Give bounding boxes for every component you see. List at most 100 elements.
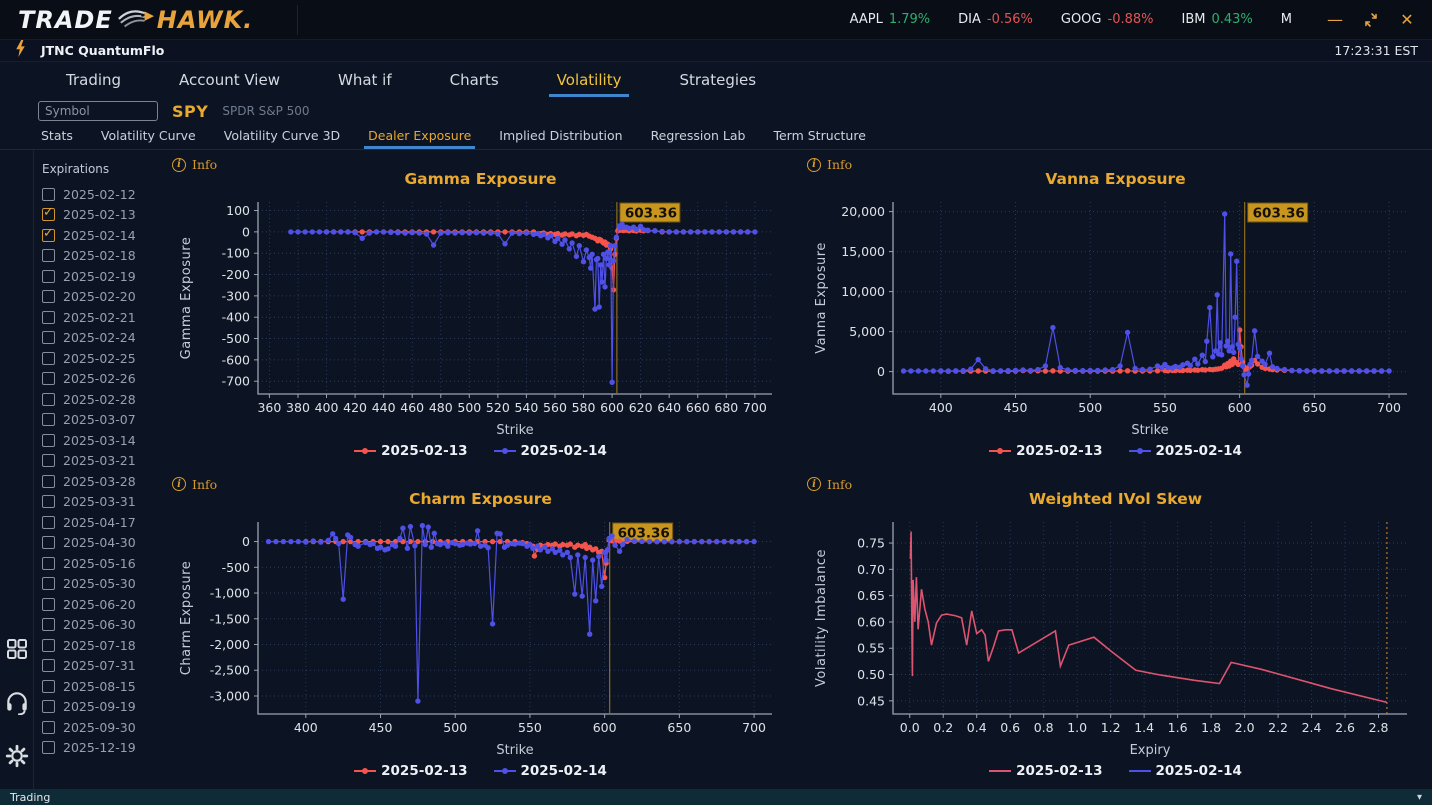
legend-item-2025-02-13[interactable]: 2025-02-13 — [989, 443, 1103, 459]
expiration-row[interactable]: 2025-07-18 — [42, 635, 162, 656]
expiration-checkbox[interactable] — [42, 249, 55, 263]
subtab-term-structure[interactable]: Term Structure — [772, 124, 866, 149]
ticker-dia[interactable]: DIA -0.56% — [958, 12, 1033, 27]
settings-gear-icon[interactable] — [4, 743, 30, 773]
expiration-checkbox[interactable] — [42, 679, 55, 693]
expiration-checkbox[interactable] — [42, 226, 55, 242]
expiration-checkbox[interactable] — [42, 618, 55, 632]
subtab-regression-lab[interactable]: Regression Lab — [650, 124, 747, 149]
subtab-implied-distribution[interactable]: Implied Distribution — [498, 124, 623, 149]
expiration-row[interactable]: 2025-05-30 — [42, 574, 162, 595]
expiration-checkbox[interactable] — [42, 392, 55, 406]
expiration-checkbox[interactable] — [42, 556, 55, 570]
expiration-checkbox[interactable] — [42, 515, 55, 529]
expiration-checkbox[interactable] — [42, 577, 55, 591]
expiration-row[interactable]: 2025-02-24 — [42, 328, 162, 349]
expiration-checkbox[interactable] — [42, 536, 55, 550]
info-button[interactable]: i Info — [172, 477, 217, 492]
gamma-exposure-chart[interactable]: 100 0 -100 -200 -300 -400 -500 -600 -700 360 380 40… — [174, 192, 788, 442]
expiration-checkbox[interactable] — [42, 638, 55, 652]
expiration-checkbox[interactable] — [42, 187, 55, 201]
expiration-row[interactable]: 2025-05-16 — [42, 553, 162, 574]
tab-strategies[interactable]: Strategies — [677, 63, 758, 97]
expiration-row[interactable]: 2025-09-30 — [42, 717, 162, 738]
expiration-checkbox[interactable] — [42, 659, 55, 673]
tab-account-view[interactable]: Account View — [177, 63, 282, 97]
expiration-checkbox[interactable] — [42, 413, 55, 427]
expiration-row[interactable]: 2025-04-30 — [42, 533, 162, 554]
expiration-checkbox[interactable] — [42, 720, 55, 734]
info-button[interactable]: i Info — [807, 157, 852, 172]
expiration-checkbox[interactable] — [42, 269, 55, 283]
expiration-checkbox[interactable] — [42, 700, 55, 714]
logo-trade-text: TRADE — [18, 5, 113, 34]
expiration-row[interactable]: 2025-03-28 — [42, 471, 162, 492]
info-button[interactable]: i Info — [172, 157, 217, 172]
subtab-dealer-exposure[interactable]: Dealer Exposure — [364, 124, 476, 149]
expiration-row[interactable]: 2025-03-07 — [42, 410, 162, 431]
weighted-ivol-skew-chart[interactable]: 0.45 0.50 0.55 0.60 0.65 0.70 0.75 0.0 0.2 0.4 0.6… — [809, 512, 1423, 762]
expiration-checkbox[interactable] — [42, 495, 55, 509]
expiration-checkbox[interactable] — [42, 331, 55, 345]
legend-item-2025-02-13[interactable]: 2025-02-13 — [354, 443, 468, 459]
expiration-row[interactable]: 2025-12-19 — [42, 738, 162, 759]
ticker-goog[interactable]: GOOG -0.88% — [1061, 12, 1154, 27]
statusbar-caret-icon[interactable]: ▾ — [1417, 792, 1422, 803]
expiration-row[interactable]: 2025-03-14 — [42, 430, 162, 451]
expiration-checkbox[interactable] — [42, 290, 55, 304]
ticker-aapl[interactable]: AAPL 1.79% — [850, 12, 931, 27]
info-button[interactable]: i Info — [807, 477, 852, 492]
expiration-row[interactable]: 2025-02-25 — [42, 348, 162, 369]
expiration-row[interactable]: 2025-02-20 — [42, 287, 162, 308]
support-headset-icon[interactable] — [4, 689, 30, 719]
expiration-row[interactable]: 2025-03-21 — [42, 451, 162, 472]
ticker-m[interactable]: M — [1281, 12, 1292, 27]
legend-item-2025-02-14[interactable]: 2025-02-14 — [493, 443, 607, 459]
tab-charts[interactable]: Charts — [448, 63, 501, 97]
legend-item-2025-02-14[interactable]: 2025-02-14 — [1128, 763, 1242, 779]
expiration-row[interactable]: 2025-04-17 — [42, 512, 162, 533]
legend-item-2025-02-14[interactable]: 2025-02-14 — [493, 763, 607, 779]
expiration-row[interactable]: 2025-09-19 — [42, 697, 162, 718]
expiration-checkbox[interactable] — [42, 310, 55, 324]
legend-item-2025-02-13[interactable]: 2025-02-13 — [354, 763, 468, 779]
expiration-checkbox[interactable] — [42, 597, 55, 611]
expiration-row[interactable]: 2025-06-20 — [42, 594, 162, 615]
expiration-checkbox[interactable] — [42, 351, 55, 365]
minimize-button[interactable]: — — [1326, 10, 1344, 29]
expiration-checkbox[interactable] — [42, 433, 55, 447]
legend-item-2025-02-13[interactable]: 2025-02-13 — [989, 763, 1103, 779]
expiration-row[interactable]: 2025-03-31 — [42, 492, 162, 513]
charm-exposure-chart[interactable]: 0 -500 -1,000 -1,500 -2,000 -2,500 -3,000 400 45… — [174, 512, 788, 762]
tab-volatility[interactable]: Volatility — [548, 63, 630, 97]
expiration-row[interactable]: 2025-02-21 — [42, 307, 162, 328]
expiration-row[interactable]: 2025-02-18 — [42, 246, 162, 267]
subtab-stats[interactable]: Stats — [40, 124, 74, 149]
tab-what-if[interactable]: What if — [336, 63, 394, 97]
expiration-row[interactable]: 2025-02-28 — [42, 389, 162, 410]
tab-trading[interactable]: Trading — [64, 63, 123, 97]
expiration-row[interactable]: 2025-02-14 — [42, 225, 162, 246]
expiration-row[interactable]: 2025-02-26 — [42, 369, 162, 390]
ticker-symbol: AAPL — [849, 12, 883, 27]
expiration-row[interactable]: 2025-06-30 — [42, 615, 162, 636]
expiration-row[interactable]: 2025-07-31 — [42, 656, 162, 677]
subtab-volatility-curve[interactable]: Volatility Curve — [100, 124, 197, 149]
vanna-exposure-chart[interactable]: 0 5,000 10,000 15,000 20,000 400 450 500 550 600 6… — [809, 192, 1423, 442]
legend-item-2025-02-14[interactable]: 2025-02-14 — [1128, 443, 1242, 459]
expiration-checkbox[interactable] — [42, 741, 55, 755]
expiration-checkbox[interactable] — [42, 474, 55, 488]
expiration-checkbox[interactable] — [42, 454, 55, 468]
close-button[interactable]: ✕ — [1398, 10, 1416, 29]
restore-window-icon[interactable] — [1362, 11, 1380, 29]
expiration-row[interactable]: 2025-08-15 — [42, 676, 162, 697]
ticker-ibm[interactable]: IBM 0.43% — [1182, 12, 1253, 27]
expiration-row[interactable]: 2025-02-19 — [42, 266, 162, 287]
expiration-row[interactable]: 2025-02-13 — [42, 205, 162, 226]
symbol-input[interactable] — [38, 101, 158, 121]
subtab-volatility-curve-3d[interactable]: Volatility Curve 3D — [223, 124, 341, 149]
expiration-checkbox[interactable] — [42, 372, 55, 386]
expiration-row[interactable]: 2025-02-12 — [42, 184, 162, 205]
dashboard-grid-icon[interactable] — [5, 637, 29, 665]
expiration-checkbox[interactable] — [42, 205, 55, 222]
